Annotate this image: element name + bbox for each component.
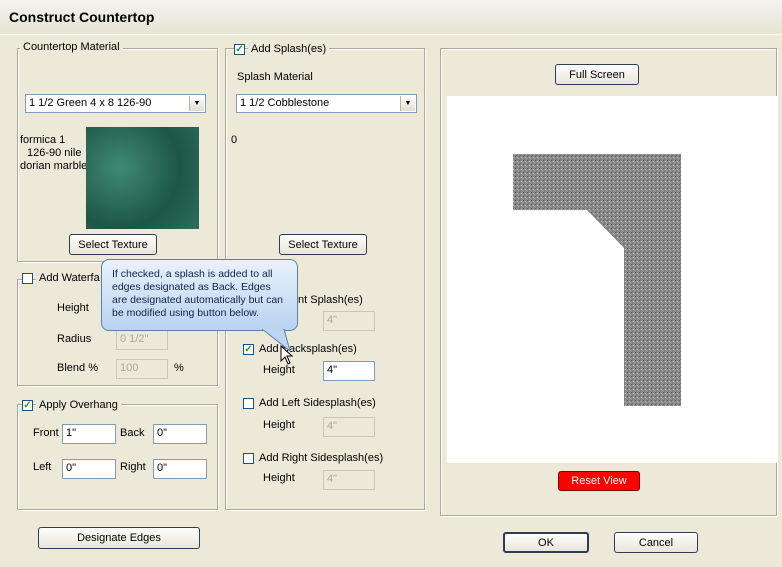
backsplash-tooltip: If checked, a splash is added to all edg… <box>101 259 298 331</box>
left-sidesplash-height-input[interactable]: 4" <box>323 417 375 437</box>
front-splash-height-input[interactable]: 4" <box>323 311 375 331</box>
left-sidesplash-height-label: Height <box>263 419 295 431</box>
chevron-down-icon[interactable]: ▼ <box>189 96 204 111</box>
add-splash-label: Add Splash(es) <box>248 43 330 55</box>
overhang-checkbox[interactable]: ✓ <box>22 400 33 411</box>
tooltip-text: If checked, a splash is added to all edg… <box>112 268 284 319</box>
overhang-left-label: Left <box>33 461 52 473</box>
countertop-shape <box>513 154 681 406</box>
designate-edges-button[interactable]: Designate Edges <box>38 527 200 549</box>
splash-count: 0 <box>231 134 238 146</box>
right-sidesplash-height-label: Height <box>263 472 295 484</box>
left-sidesplash-checkbox[interactable] <box>243 398 254 409</box>
countertop-select-texture-button[interactable]: Select Texture <box>69 234 157 255</box>
splash-material-value: 1 1/2 Cobblestone <box>240 97 330 109</box>
add-splash-checkbox[interactable]: ✓ <box>234 44 245 55</box>
waterfall-radius-input[interactable]: 0 1/2" <box>116 330 168 350</box>
countertop-preview <box>513 154 681 406</box>
cancel-button[interactable]: Cancel <box>614 532 698 553</box>
front-splash-label: nt Splash(es) <box>298 294 363 306</box>
overhang-back-input[interactable]: 0" <box>153 424 207 444</box>
overhang-group <box>17 404 218 510</box>
overhang-left-input[interactable]: 0" <box>62 459 116 479</box>
full-screen-button[interactable]: Full Screen <box>555 64 639 85</box>
right-sidesplash-checkbox[interactable] <box>243 453 254 464</box>
waterfall-blend-input[interactable]: 100 <box>116 359 168 379</box>
reset-view-button[interactable]: Reset View <box>558 471 640 491</box>
overhang-label: Apply Overhang <box>36 399 121 411</box>
right-sidesplash-label: Add Right Sidesplash(es) <box>259 452 384 464</box>
overhang-right-label: Right <box>120 461 146 473</box>
countertop-material-select[interactable]: 1 1/2 Green 4 x 8 126-90 ▼ <box>25 94 206 113</box>
countertop-material-legend: Countertop Material <box>20 41 123 53</box>
waterfall-blend-label: Blend % <box>57 362 98 374</box>
preview-canvas[interactable] <box>447 96 777 463</box>
countertop-texture-swatch <box>86 127 199 229</box>
overhang-back-label: Back <box>120 427 145 439</box>
overhang-front-input[interactable]: 1" <box>62 424 116 444</box>
splash-select-texture-button[interactable]: Select Texture <box>279 234 367 255</box>
splash-material-select[interactable]: 1 1/2 Cobblestone ▼ <box>236 94 417 113</box>
waterfall-blend-unit: % <box>174 362 184 374</box>
countertop-material-value: 1 1/2 Green 4 x 8 126-90 <box>29 97 152 109</box>
countertop-desc-2: 126-90 nile <box>27 147 82 159</box>
ok-button[interactable]: OK <box>503 532 589 553</box>
mouse-cursor-icon <box>280 345 294 365</box>
countertop-desc-3: dorian marble <box>20 160 88 172</box>
countertop-desc-1: formica 1 <box>20 134 66 146</box>
overhang-front-label: Front <box>33 427 59 439</box>
backsplash-height-input[interactable]: 4" <box>323 361 375 381</box>
chevron-down-icon[interactable]: ▼ <box>400 96 415 111</box>
left-sidesplash-label: Add Left Sidesplash(es) <box>259 397 376 409</box>
title-bar: Construct Countertop <box>0 0 782 35</box>
right-sidesplash-height-input[interactable]: 4" <box>323 470 375 490</box>
backsplash-checkbox[interactable]: ✓ <box>243 344 254 355</box>
waterfall-height-label: Height <box>57 302 89 314</box>
waterfall-checkbox[interactable] <box>22 273 33 284</box>
waterfall-radius-label: Radius <box>57 333 92 345</box>
waterfall-label: Add Waterfa <box>36 272 103 284</box>
backsplash-height-label: Height <box>263 364 295 376</box>
splash-material-label: Splash Material <box>237 71 313 83</box>
window-title: Construct Countertop <box>9 9 155 25</box>
overhang-right-input[interactable]: 0" <box>153 459 207 479</box>
